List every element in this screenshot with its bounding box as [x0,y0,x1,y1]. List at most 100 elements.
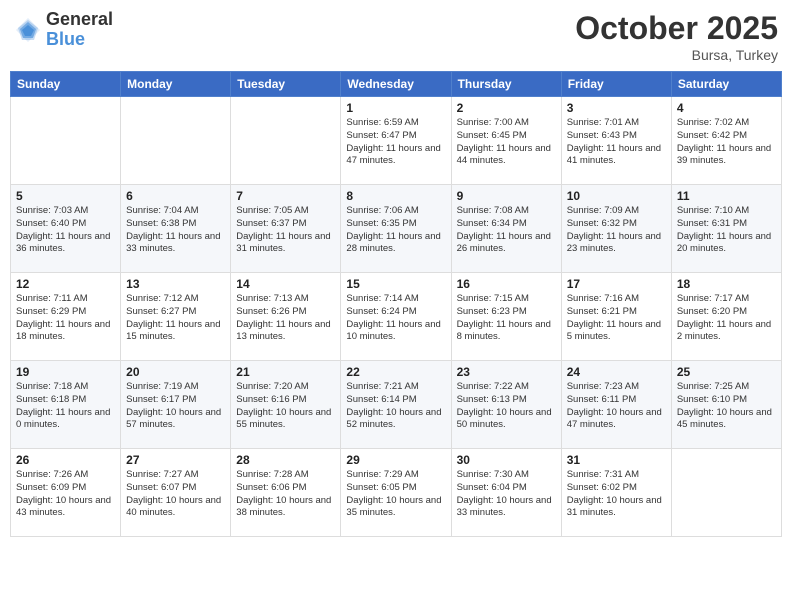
day-cell: 2Sunrise: 7:00 AM Sunset: 6:45 PM Daylig… [451,97,561,185]
day-info: Sunrise: 7:01 AM Sunset: 6:43 PM Dayligh… [567,117,666,168]
day-cell: 5 Sunrise: 7:03 AM Sunset: 6:40 PM Daylig… [11,185,121,273]
week-row-3: 12 Sunrise: 7:11 AM Sunset: 6:29 PM Dayli… [11,273,782,361]
day-info: Sunrise: 7:21 AM Sunset: 6:14 PM Dayligh… [346,381,445,432]
col-header-tuesday: Tuesday [231,72,341,97]
day-cell: 8Sunrise: 7:06 AM Sunset: 6:35 PM Daylig… [341,185,451,273]
day-number: 31 [567,453,666,467]
day-number: 14 [236,277,335,291]
day-info: Sunrise: 7:17 AM Sunset: 6:20 PM Dayligh… [677,293,776,344]
day-cell: 22 Sunrise: 7:21 AM Sunset: 6:14 PM Dayli… [341,361,451,449]
day-number: 10 [567,189,666,203]
location: Bursa, Turkey [575,47,778,63]
day-info: Sunrise: 7:26 AM Sunset: 6:09 PM Dayligh… [16,469,115,520]
day-info: Sunrise: 7:11 AM Sunset: 6:29 PM Dayligh… [16,293,115,344]
col-header-thursday: Thursday [451,72,561,97]
day-info: Sunrise: 7:25 AM Sunset: 6:10 PM Dayligh… [677,381,776,432]
day-info: Sunrise: 7:05 AM Sunset: 6:37 PM Dayligh… [236,205,335,256]
day-cell: 18 Sunrise: 7:17 AM Sunset: 6:20 PM Dayli… [671,273,781,361]
day-cell: 12 Sunrise: 7:11 AM Sunset: 6:29 PM Dayli… [11,273,121,361]
day-number: 12 [16,277,115,291]
day-number: 7 [236,189,335,203]
logo-icon [14,16,42,44]
col-header-friday: Friday [561,72,671,97]
day-number: 27 [126,453,225,467]
day-number: 23 [457,365,556,379]
day-number: 6 [126,189,225,203]
day-cell [11,97,121,185]
day-number: 24 [567,365,666,379]
day-number: 13 [126,277,225,291]
day-info: Sunrise: 7:27 AM Sunset: 6:07 PM Dayligh… [126,469,225,520]
day-info: Sunrise: 7:29 AM Sunset: 6:05 PM Dayligh… [346,469,445,520]
day-info: Sunrise: 7:10 AM Sunset: 6:31 PM Dayligh… [677,205,776,256]
day-cell: 11 Sunrise: 7:10 AM Sunset: 6:31 PM Dayli… [671,185,781,273]
day-cell: 1Sunrise: 6:59 AM Sunset: 6:47 PM Daylig… [341,97,451,185]
day-info: Sunrise: 7:30 AM Sunset: 6:04 PM Dayligh… [457,469,556,520]
week-row-1: 1Sunrise: 6:59 AM Sunset: 6:47 PM Daylig… [11,97,782,185]
day-info: Sunrise: 7:02 AM Sunset: 6:42 PM Dayligh… [677,117,776,168]
day-cell: 17 Sunrise: 7:16 AM Sunset: 6:21 PM Dayli… [561,273,671,361]
day-cell: 9Sunrise: 7:08 AM Sunset: 6:34 PM Daylig… [451,185,561,273]
day-number: 26 [16,453,115,467]
day-info: Sunrise: 7:04 AM Sunset: 6:38 PM Dayligh… [126,205,225,256]
week-row-5: 26 Sunrise: 7:26 AM Sunset: 6:09 PM Dayli… [11,449,782,537]
day-info: Sunrise: 6:59 AM Sunset: 6:47 PM Dayligh… [346,117,445,168]
day-cell: 29 Sunrise: 7:29 AM Sunset: 6:05 PM Dayli… [341,449,451,537]
day-info: Sunrise: 7:22 AM Sunset: 6:13 PM Dayligh… [457,381,556,432]
days-header-row: SundayMondayTuesdayWednesdayThursdayFrid… [11,72,782,97]
day-info: Sunrise: 7:13 AM Sunset: 6:26 PM Dayligh… [236,293,335,344]
day-cell: 6 Sunrise: 7:04 AM Sunset: 6:38 PM Daylig… [121,185,231,273]
day-number: 25 [677,365,776,379]
day-number: 4 [677,101,776,115]
day-number: 18 [677,277,776,291]
day-cell [671,449,781,537]
day-number: 11 [677,189,776,203]
day-number: 29 [346,453,445,467]
day-cell: 19 Sunrise: 7:18 AM Sunset: 6:18 PM Dayli… [11,361,121,449]
day-info: Sunrise: 7:12 AM Sunset: 6:27 PM Dayligh… [126,293,225,344]
day-cell: 3Sunrise: 7:01 AM Sunset: 6:43 PM Daylig… [561,97,671,185]
calendar: SundayMondayTuesdayWednesdayThursdayFrid… [10,71,782,537]
day-cell: 31 Sunrise: 7:31 AM Sunset: 6:02 PM Dayli… [561,449,671,537]
week-row-2: 5 Sunrise: 7:03 AM Sunset: 6:40 PM Daylig… [11,185,782,273]
day-info: Sunrise: 7:31 AM Sunset: 6:02 PM Dayligh… [567,469,666,520]
day-number: 15 [346,277,445,291]
day-cell: 20Sunrise: 7:19 AM Sunset: 6:17 PM Dayli… [121,361,231,449]
logo-general: General [46,10,113,30]
day-number: 22 [346,365,445,379]
day-cell: 27 Sunrise: 7:27 AM Sunset: 6:07 PM Dayli… [121,449,231,537]
day-cell: 7 Sunrise: 7:05 AM Sunset: 6:37 PM Daylig… [231,185,341,273]
day-info: Sunrise: 7:28 AM Sunset: 6:06 PM Dayligh… [236,469,335,520]
day-number: 5 [16,189,115,203]
day-number: 30 [457,453,556,467]
day-cell: 21 Sunrise: 7:20 AM Sunset: 6:16 PM Dayli… [231,361,341,449]
day-cell: 15Sunrise: 7:14 AM Sunset: 6:24 PM Dayli… [341,273,451,361]
day-number: 2 [457,101,556,115]
logo-blue: Blue [46,30,113,50]
col-header-saturday: Saturday [671,72,781,97]
day-info: Sunrise: 7:08 AM Sunset: 6:34 PM Dayligh… [457,205,556,256]
day-info: Sunrise: 7:03 AM Sunset: 6:40 PM Dayligh… [16,205,115,256]
day-cell: 24Sunrise: 7:23 AM Sunset: 6:11 PM Dayli… [561,361,671,449]
week-row-4: 19 Sunrise: 7:18 AM Sunset: 6:18 PM Dayli… [11,361,782,449]
day-cell: 23 Sunrise: 7:22 AM Sunset: 6:13 PM Dayli… [451,361,561,449]
col-header-sunday: Sunday [11,72,121,97]
day-cell: 14 Sunrise: 7:13 AM Sunset: 6:26 PM Dayli… [231,273,341,361]
day-number: 17 [567,277,666,291]
day-info: Sunrise: 7:16 AM Sunset: 6:21 PM Dayligh… [567,293,666,344]
day-number: 19 [16,365,115,379]
day-info: Sunrise: 7:09 AM Sunset: 6:32 PM Dayligh… [567,205,666,256]
day-number: 21 [236,365,335,379]
day-info: Sunrise: 7:19 AM Sunset: 6:17 PM Dayligh… [126,381,225,432]
day-info: Sunrise: 7:18 AM Sunset: 6:18 PM Dayligh… [16,381,115,432]
day-cell [121,97,231,185]
day-info: Sunrise: 7:20 AM Sunset: 6:16 PM Dayligh… [236,381,335,432]
month-title: October 2025 [575,10,778,47]
title-block: October 2025 Bursa, Turkey [575,10,778,63]
day-number: 28 [236,453,335,467]
day-cell: 16Sunrise: 7:15 AM Sunset: 6:23 PM Dayli… [451,273,561,361]
page-header: General Blue October 2025 Bursa, Turkey [10,10,782,63]
logo: General Blue [14,10,113,50]
day-cell: 4 Sunrise: 7:02 AM Sunset: 6:42 PM Daylig… [671,97,781,185]
day-cell: 30 Sunrise: 7:30 AM Sunset: 6:04 PM Dayli… [451,449,561,537]
